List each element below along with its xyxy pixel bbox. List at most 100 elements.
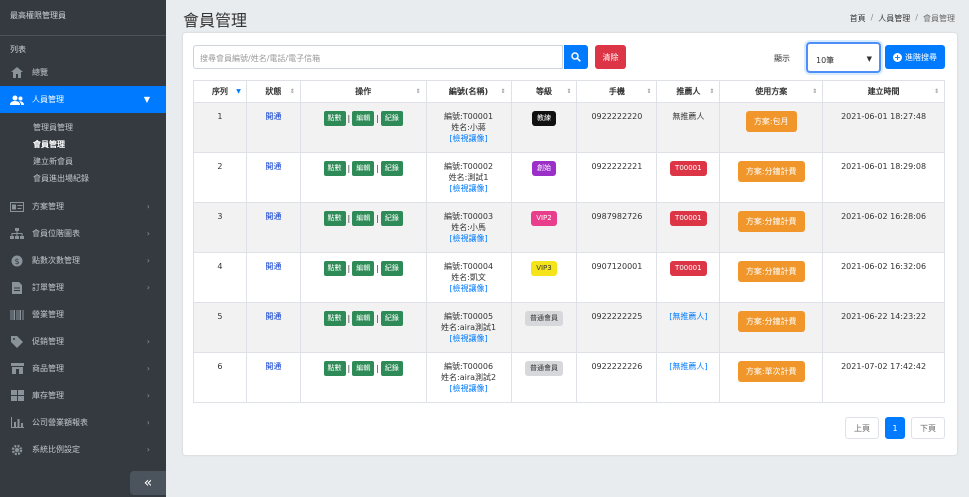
sidebar-item-label: 系統比例設定 bbox=[32, 445, 80, 454]
col-header-actions[interactable]: 操作 ⇕ bbox=[299, 80, 427, 103]
points-button[interactable]: 點數 bbox=[323, 111, 346, 126]
col-header-status[interactable]: 狀態 ⇕ bbox=[245, 80, 301, 103]
edit-button[interactable]: 編輯 bbox=[352, 161, 375, 176]
plan-button[interactable]: 方案:分鐘計費 bbox=[737, 211, 805, 232]
sidebar-item-people[interactable]: 人員管理 ▼ bbox=[0, 86, 166, 113]
sidebar-item-revenue-report[interactable]: 公司營業額報表 › bbox=[0, 409, 166, 436]
search-button[interactable] bbox=[564, 45, 588, 69]
record-button[interactable]: 紀錄 bbox=[380, 261, 403, 276]
col-header-referrer[interactable]: 推薦人 ⇕ bbox=[656, 80, 721, 103]
edit-button[interactable]: 編輯 bbox=[352, 261, 375, 276]
edit-button[interactable]: 編輯 bbox=[352, 111, 375, 126]
sidebar-collapse-button[interactable]: « bbox=[130, 471, 166, 495]
sidebar-item-overview[interactable]: 總覽 bbox=[0, 59, 166, 86]
edit-button[interactable]: 編輯 bbox=[352, 211, 375, 226]
clear-button[interactable]: 清除 bbox=[595, 45, 626, 69]
sidebar-subitem-new-member[interactable]: 建立新會員 bbox=[33, 153, 166, 170]
chevron-right-icon: › bbox=[146, 337, 150, 346]
record-button[interactable]: 紀錄 bbox=[380, 111, 403, 126]
status-toggle[interactable]: 開通 bbox=[265, 112, 281, 121]
page-1-button[interactable]: 1 bbox=[885, 417, 905, 439]
points-button[interactable]: 點數 bbox=[323, 261, 346, 276]
referrer-badge[interactable]: T00001 bbox=[670, 161, 707, 176]
points-button[interactable]: 點數 bbox=[323, 161, 346, 176]
cell-seq: 2 bbox=[193, 152, 247, 203]
status-toggle[interactable]: 開通 bbox=[265, 362, 281, 371]
sidebar-item-points[interactable]: $ 點數次數管理 › bbox=[0, 247, 166, 274]
status-toggle[interactable]: 開通 bbox=[265, 262, 281, 271]
col-header-seq[interactable]: 序列 ▼ bbox=[193, 80, 247, 103]
col-header-id[interactable]: 編號(名稱) ⇕ bbox=[425, 80, 512, 103]
cell-level: VIP2 bbox=[510, 202, 578, 253]
sidebar-subitem-admin[interactable]: 管理員管理 bbox=[33, 119, 166, 136]
members-table: 序列 ▼ 狀態 ⇕ 操作 ⇕ 編號(名稱) ⇕ 等級 ⇕ 手機 ⇕ 推薦人 ⇕ 使用方案 ⇕ 建… bbox=[193, 80, 945, 403]
tag-icon bbox=[10, 335, 24, 348]
record-button[interactable]: 紀錄 bbox=[380, 211, 403, 226]
record-button[interactable]: 紀錄 bbox=[380, 361, 403, 376]
col-header-created[interactable]: 建立時間 ⇕ bbox=[822, 80, 945, 103]
sidebar-item-label: 庫存管理 bbox=[32, 391, 64, 400]
sidebar-item-inventory[interactable]: 庫存管理 › bbox=[0, 382, 166, 409]
view-image-link[interactable]: [檢視讓像] bbox=[427, 333, 511, 344]
sidebar-item-orders[interactable]: 訂單管理 › bbox=[0, 274, 166, 301]
chevron-right-icon: › bbox=[146, 283, 150, 292]
status-toggle[interactable]: 開通 bbox=[265, 212, 281, 221]
cell-created: 2021-06-02 16:28:06 bbox=[822, 202, 945, 253]
plan-button[interactable]: 方案:分鐘計費 bbox=[737, 311, 805, 332]
page-size-value: 10筆 bbox=[816, 56, 835, 65]
points-button[interactable]: 點數 bbox=[323, 211, 346, 226]
id-card-icon bbox=[10, 201, 24, 213]
plan-button[interactable]: 方案:分鐘計費 bbox=[737, 261, 805, 282]
view-image-link[interactable]: [檢視讓像] bbox=[427, 383, 511, 394]
cell-id: 編號:T00005 姓名:aira測試1 [檢視讓像] bbox=[425, 302, 512, 353]
referrer-link[interactable]: [無推薦人] bbox=[669, 362, 707, 371]
sidebar-item-rank-chart[interactable]: 會員位階圖表 › bbox=[0, 220, 166, 247]
next-page-button[interactable]: 下頁 bbox=[911, 417, 945, 439]
referrer-badge[interactable]: T00001 bbox=[670, 211, 707, 226]
search-input[interactable]: 搜尋會員編號/姓名/電話/電子信箱 bbox=[193, 45, 563, 69]
sidebar-subitem-entry-log[interactable]: 會員進出場紀錄 bbox=[33, 170, 166, 187]
sidebar-item-promotions[interactable]: 促銷管理 › bbox=[0, 328, 166, 355]
sidebar-item-products[interactable]: 商品管理 › bbox=[0, 355, 166, 382]
sidebar-item-system-settings[interactable]: 系統比例設定 › bbox=[0, 436, 166, 463]
view-image-link[interactable]: [檢視讓像] bbox=[427, 133, 511, 144]
barcode-icon bbox=[10, 309, 24, 321]
edit-button[interactable]: 編輯 bbox=[352, 361, 375, 376]
advanced-search-button[interactable]: + 進階搜尋 bbox=[885, 45, 945, 69]
cell-status: 開通 bbox=[245, 102, 301, 153]
col-header-plan[interactable]: 使用方案 ⇕ bbox=[719, 80, 824, 103]
cell-actions: 點數 | 編輯 | 紀錄 bbox=[299, 152, 427, 203]
sidebar-subitem-members[interactable]: 會員管理 bbox=[33, 136, 166, 153]
referrer-badge[interactable]: T00001 bbox=[670, 261, 707, 276]
status-toggle[interactable]: 開通 bbox=[265, 162, 281, 171]
col-header-phone[interactable]: 手機 ⇕ bbox=[576, 80, 658, 103]
points-button[interactable]: 點數 bbox=[323, 311, 346, 326]
plan-button[interactable]: 方案:單次計費 bbox=[737, 361, 805, 382]
view-image-link[interactable]: [檢視讓像] bbox=[427, 283, 511, 294]
separator: | bbox=[347, 264, 351, 273]
referrer-link[interactable]: [無推薦人] bbox=[669, 312, 707, 321]
breadcrumb-people[interactable]: 人員管理 bbox=[878, 13, 910, 24]
cell-status: 開通 bbox=[245, 302, 301, 353]
breadcrumb-home[interactable]: 首頁 bbox=[850, 13, 866, 24]
svg-text:$: $ bbox=[14, 257, 19, 266]
page-size-select[interactable]: 10筆 ▼ bbox=[806, 42, 881, 73]
table-row: 2 開通 點數 | 編輯 | 紀錄 編號:T00002 姓名:測試1 [檢視讓像] 創始 092222… bbox=[193, 152, 945, 203]
status-toggle[interactable]: 開通 bbox=[265, 312, 281, 321]
sort-icon: ⇕ bbox=[289, 88, 295, 95]
cell-created: 2021-06-01 18:27:48 bbox=[822, 102, 945, 153]
prev-page-button[interactable]: 上頁 bbox=[845, 417, 879, 439]
points-button[interactable]: 點數 bbox=[323, 361, 346, 376]
sidebar-item-business[interactable]: 營業管理 bbox=[0, 301, 166, 328]
cell-referrer: [無推薦人] bbox=[656, 302, 721, 353]
sidebar-item-plans[interactable]: 方案管理 › bbox=[0, 193, 166, 220]
breadcrumb-current: 會員管理 bbox=[923, 14, 955, 23]
edit-button[interactable]: 編輯 bbox=[352, 311, 375, 326]
plan-button[interactable]: 方案:分鐘計費 bbox=[737, 161, 805, 182]
record-button[interactable]: 紀錄 bbox=[380, 311, 403, 326]
view-image-link[interactable]: [檢視讓像] bbox=[427, 183, 511, 194]
record-button[interactable]: 紀錄 bbox=[380, 161, 403, 176]
plan-button[interactable]: 方案:包月 bbox=[745, 111, 797, 132]
col-header-level[interactable]: 等級 ⇕ bbox=[510, 80, 578, 103]
view-image-link[interactable]: [檢視讓像] bbox=[427, 233, 511, 244]
